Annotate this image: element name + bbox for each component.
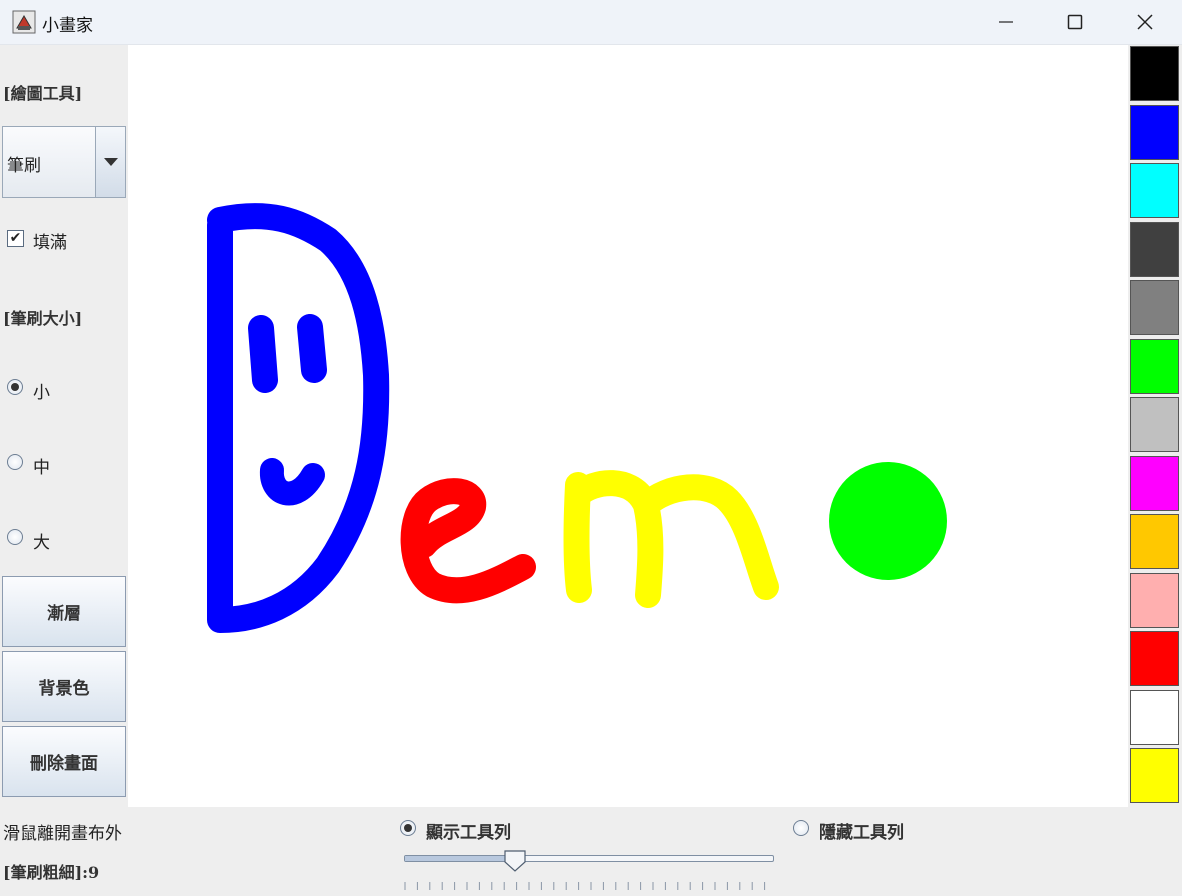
minimize-button[interactable] [971,0,1041,44]
color-swatch[interactable] [1130,104,1179,160]
clear-canvas-button[interactable]: 刪除畫面 [2,726,126,797]
color-swatch[interactable] [1130,221,1179,277]
maximize-button[interactable] [1040,0,1110,44]
color-swatch[interactable] [1130,338,1179,394]
stroke-letter-m [563,470,779,608]
status-bar: 滑鼠離開畫布外 顯示工具列 隱藏工具列 [筆刷粗細]:9 [0,807,1182,891]
stroke-letter-e [400,478,536,604]
brush-width-slider-thumb[interactable] [503,849,527,877]
color-palette [1129,45,1181,807]
tool-select-value: 筆刷 [7,156,41,176]
dot-filled-circle [829,462,947,580]
color-swatch[interactable] [1130,280,1179,335]
background-color-button[interactable]: 背景色 [2,651,126,722]
size-medium-radio[interactable] [7,454,23,470]
drawing-canvas[interactable] [128,45,1128,807]
color-swatch[interactable] [1130,631,1179,686]
color-swatch[interactable] [1130,689,1179,745]
stroke-eye-right [297,314,327,383]
tools-label: [繪圖工具] [3,84,83,103]
fill-label: 填滿 [33,233,67,253]
brush-width-slider-fill [405,856,516,861]
color-swatch[interactable] [1130,514,1179,569]
color-swatch[interactable] [1130,163,1179,218]
mouse-status-text: 滑鼠離開畫布外 [3,824,122,844]
brush-width-slider-ticks [404,877,776,890]
brush-size-label: [筆刷大小] [3,309,83,328]
brush-width-label: [筆刷粗細]:9 [3,863,100,882]
stroke-eye-left [248,315,278,393]
color-swatch[interactable] [1130,572,1179,628]
size-medium-label: 中 [33,458,50,478]
size-large-radio[interactable] [7,529,23,545]
hide-toolbar-radio[interactable] [793,820,809,836]
color-swatch[interactable] [1130,748,1179,803]
tool-select[interactable]: 筆刷 [2,126,126,198]
size-small-label: 小 [33,383,50,403]
brush-width-slider-track[interactable] [404,855,774,862]
close-icon [1137,14,1153,30]
window-title: 小畫家 [42,16,93,36]
color-swatch[interactable] [1130,397,1179,452]
fill-checkbox[interactable]: ✔ [7,230,24,247]
minimize-icon [999,21,1013,23]
size-small-radio[interactable] [7,379,23,395]
tool-panel: [繪圖工具] 筆刷 ✔ 填滿 [筆刷大小] 小 中 大 漸層 背景色 刪除畫面 [0,45,127,807]
size-large-label: 大 [33,533,50,553]
show-toolbar-label: 顯示工具列 [426,823,511,843]
show-toolbar-radio[interactable] [400,820,416,836]
title-bar: 小畫家 [0,0,1182,45]
hide-toolbar-label: 隱藏工具列 [819,823,904,843]
close-button[interactable] [1110,0,1180,44]
maximize-icon [1067,14,1083,30]
stroke-letter-d [207,203,390,633]
chevron-down-icon[interactable] [95,127,125,197]
java-cup-icon [12,10,36,34]
gradient-button[interactable]: 漸層 [2,576,126,647]
stroke-mouth [259,458,325,506]
canvas-drawing [207,203,947,633]
color-swatch[interactable] [1130,46,1179,101]
color-swatch[interactable] [1130,455,1179,511]
